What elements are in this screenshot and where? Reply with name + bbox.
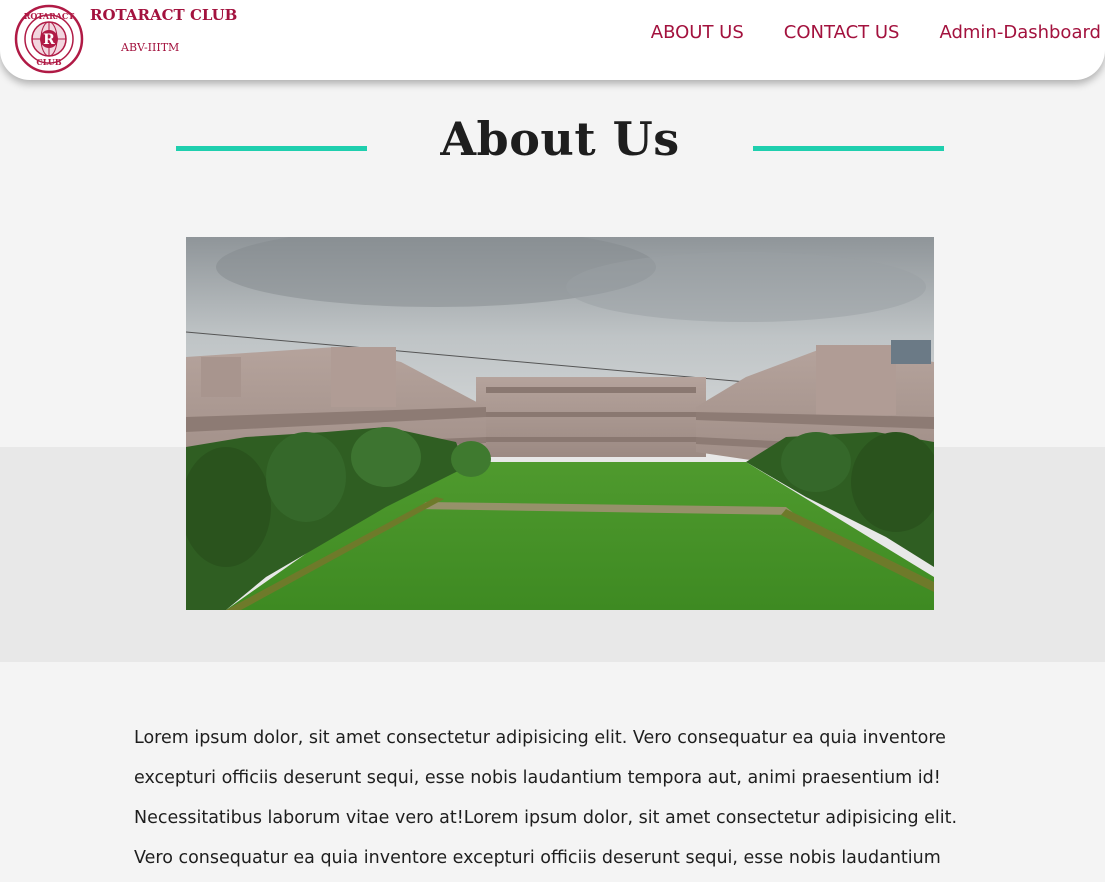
logo-letter: R <box>43 32 55 48</box>
nav-about-us-link[interactable]: ABOUT US <box>651 22 744 43</box>
rotaract-logo-icon[interactable]: R ROTARACT CLUB <box>14 4 84 74</box>
brand-subtitle: ABV-IIITM <box>121 41 180 54</box>
brand-title[interactable]: ROTARACT CLUB <box>90 6 237 24</box>
campus-photo <box>186 237 934 610</box>
page-title: About Us <box>440 112 680 166</box>
about-body-text: Lorem ipsum dolor, sit amet consectetur … <box>134 728 958 868</box>
site-header: R ROTARACT CLUB ROTARACT CLUB ABV-IIITM … <box>0 0 1105 80</box>
heading-rule-right <box>753 146 944 151</box>
logo-text-top: ROTARACT <box>24 11 75 21</box>
nav-admin-dashboard-link[interactable]: Admin-Dashboard <box>939 22 1101 43</box>
nav-contact-us-link[interactable]: CONTACT US <box>784 22 900 43</box>
main-nav: ABOUT US CONTACT US Admin-Dashboard <box>651 22 1101 43</box>
logo-text-bottom: CLUB <box>36 57 62 67</box>
page: R ROTARACT CLUB ROTARACT CLUB ABV-IIITM … <box>0 0 1105 882</box>
